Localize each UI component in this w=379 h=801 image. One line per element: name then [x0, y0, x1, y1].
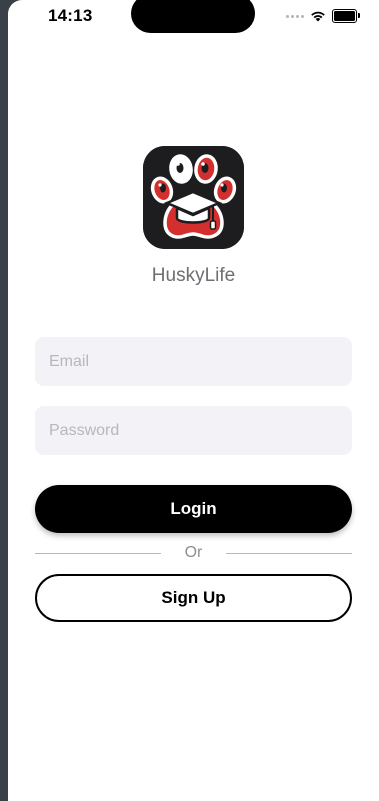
battery-icon — [332, 9, 360, 23]
dynamic-island — [131, 0, 255, 33]
login-button[interactable]: Login — [35, 485, 352, 533]
app-name: HuskyLife — [151, 265, 236, 286]
or-divider: Or — [35, 542, 352, 564]
divider-line-right — [226, 552, 352, 554]
app-logo — [143, 146, 244, 249]
divider-line-left — [35, 552, 161, 554]
status-bar-time: 14:13 — [48, 6, 93, 25]
sign-up-button[interactable]: Sign Up — [35, 574, 352, 622]
email-field[interactable] — [35, 337, 352, 386]
divider-label: Or — [184, 544, 203, 561]
cellular-signal-icon — [286, 14, 304, 18]
paw-graduation-cap-logo — [143, 146, 244, 249]
status-bar-icons — [286, 9, 360, 23]
wifi-icon — [311, 11, 325, 22]
phone-screen: 14:13 HuskyLife Email Login Or Sign Up — [8, 0, 379, 801]
password-field[interactable] — [35, 406, 352, 455]
